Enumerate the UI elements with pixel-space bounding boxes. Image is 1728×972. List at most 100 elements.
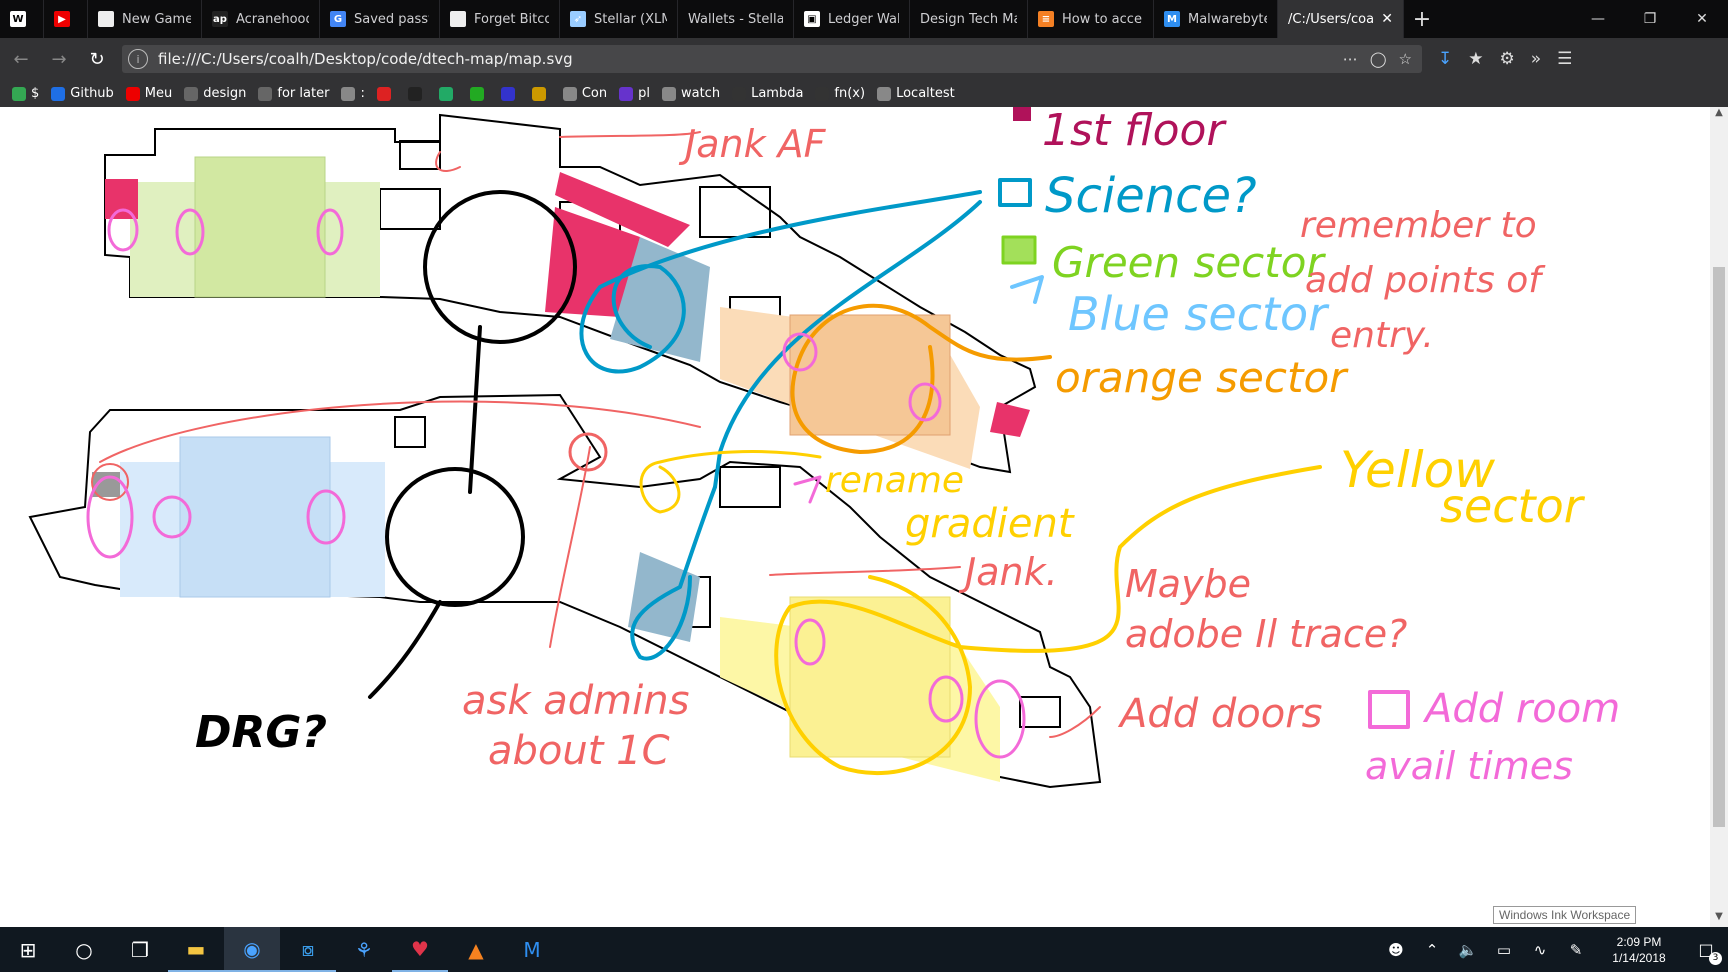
bookmark-1[interactable]: Github: [51, 86, 114, 101]
wifi-icon[interactable]: ∿: [1522, 941, 1558, 959]
tab-label: Forget Bitcoi: [474, 11, 549, 27]
file-explorer-icon[interactable]: ▬: [168, 927, 224, 972]
bookmark-14[interactable]: watch: [661, 86, 721, 101]
dolphin-icon[interactable]: ⚘: [336, 927, 392, 972]
bookmark-7[interactable]: [407, 86, 427, 101]
bookmark-17[interactable]: Localtest: [877, 86, 955, 101]
note-remember-1: remember to: [1300, 205, 1537, 246]
downloads-icon[interactable]: ↧: [1438, 49, 1452, 69]
tray-chevron-icon[interactable]: ⌃: [1414, 941, 1450, 959]
tab-11[interactable]: M Malwarebyte: [1154, 0, 1278, 38]
note-drg: DRG?: [195, 707, 327, 758]
more-actions-icon[interactable]: ⋯: [1343, 50, 1358, 68]
back-button[interactable]: ←: [4, 42, 38, 76]
tab-0[interactable]: W: [0, 0, 44, 38]
bookmark-15[interactable]: Lambda: [732, 86, 803, 101]
floor-map-canvas: Jank AF 1st floor Science? Green sector …: [28, 107, 1620, 789]
tab-6[interactable]: ➶ Stellar (XLM): [560, 0, 678, 38]
note-adobe-trace: adobe Il trace?: [1125, 612, 1407, 656]
bookmark-5[interactable]: :: [341, 86, 365, 101]
malwarebytes-icon[interactable]: M: [504, 927, 560, 972]
bookmark-8[interactable]: [438, 86, 458, 101]
bookmarks-toolbar: $ Github Meu design for later: Con pl watch Lamb…: [0, 80, 1728, 107]
tab-label: Design Tech Map: [920, 11, 1017, 27]
vscode-icon[interactable]: ⧇: [280, 927, 336, 972]
purple-icon: [619, 86, 634, 101]
stackoverflow-icon: ≡: [1038, 11, 1054, 27]
tab-8[interactable]: ▣ Ledger Walle: [794, 0, 910, 38]
bookmark-11[interactable]: [531, 86, 551, 101]
scroll-down-icon[interactable]: ▼: [1710, 911, 1728, 927]
library-icon[interactable]: ★: [1468, 49, 1483, 69]
pen-ink-icon[interactable]: ✎: [1558, 941, 1594, 959]
clock[interactable]: 2:09 PM 1/14/2018: [1594, 934, 1684, 966]
forward-button[interactable]: →: [42, 42, 76, 76]
search-icon[interactable]: ○: [56, 927, 112, 972]
tab-2[interactable]: New Gamell: [88, 0, 202, 38]
bookmark-6[interactable]: [376, 86, 396, 101]
tab-5[interactable]: Forget Bitcoi: [440, 0, 560, 38]
tab-9[interactable]: Design Tech Map: [910, 0, 1028, 38]
overflow-chevron-icon[interactable]: »: [1531, 49, 1541, 69]
note-about-1c: about 1C: [488, 728, 670, 774]
bookmark-9[interactable]: [469, 86, 489, 101]
bookmark-label: Github: [70, 86, 114, 101]
note-add-room: Add room: [1422, 686, 1620, 732]
bookmark-3[interactable]: design: [184, 86, 246, 101]
note-add-doors: Add doors: [1117, 691, 1322, 737]
firefox-icon[interactable]: ◉: [224, 927, 280, 972]
url-bar[interactable]: i file:///C:/Users/coalh/Desktop/code/dt…: [122, 45, 1422, 73]
menu-hamburger-icon[interactable]: ☰: [1557, 49, 1572, 69]
tab-12[interactable]: /C:/Users/coal ✕: [1278, 0, 1404, 38]
windows-taskbar: ⊞ ○ ❐ ▬ ◉ ⧇ ⚘ ♥ ▲ M ☻ ⌃ 🔈 ▭ ∿ ✎ 2:09 PM …: [0, 927, 1728, 972]
scroll-up-icon[interactable]: ▲: [1710, 107, 1728, 123]
github-icon: [732, 86, 747, 101]
people-icon[interactable]: ☻: [1378, 941, 1414, 959]
bookmark-0[interactable]: $: [12, 86, 39, 101]
windows-start-icon[interactable]: ⊞: [0, 927, 56, 972]
bookmark-label: watch: [680, 86, 721, 101]
bookmark-16[interactable]: fn(x): [815, 86, 865, 101]
restore-button[interactable]: ❐: [1624, 0, 1676, 38]
bookmark-10[interactable]: [500, 86, 520, 101]
tab-3[interactable]: ap Acranehood': [202, 0, 320, 38]
vertical-scrollbar[interactable]: ▲ ▼: [1710, 107, 1728, 927]
close-tab-icon[interactable]: ✕: [1381, 11, 1393, 27]
vlc-icon[interactable]: ▲: [448, 927, 504, 972]
bookmark-4[interactable]: for later: [258, 86, 329, 101]
tab-10[interactable]: ≡ How to acce: [1028, 0, 1154, 38]
pocket-icon[interactable]: ◯: [1370, 50, 1387, 68]
bookmark-star-icon[interactable]: ☆: [1399, 50, 1412, 68]
svg-map-page: Jank AF 1st floor Science? Green sector …: [0, 107, 1710, 927]
reload-button[interactable]: ↻: [80, 42, 114, 76]
page-icon: [98, 11, 114, 27]
science-swatch: [998, 178, 1032, 207]
bookmark-label: Localtest: [896, 86, 955, 101]
info-icon[interactable]: i: [128, 49, 148, 69]
bookmark-label: pl: [638, 86, 650, 101]
minimize-button[interactable]: —: [1572, 0, 1624, 38]
tab-label: Malwarebyte: [1188, 11, 1267, 27]
volume-icon[interactable]: 🔈: [1450, 941, 1486, 959]
tab-1[interactable]: ▶: [44, 0, 88, 38]
tab-label: Saved passw: [354, 11, 429, 27]
malwarebytes-icon: M: [1164, 11, 1180, 27]
notification-center-icon[interactable]: □ 3: [1684, 940, 1728, 965]
notification-count: 3: [1709, 952, 1722, 965]
settings-gear-icon[interactable]: ⚙: [1500, 49, 1515, 69]
tab-7[interactable]: Wallets - Stellar: [678, 0, 794, 38]
bookmark-13[interactable]: pl: [619, 86, 650, 101]
tab-bar: W ▶ New Gamell ap Acranehood' G Saved passw For…: [0, 0, 1728, 38]
heart-icon[interactable]: ♥: [392, 927, 448, 972]
task-view-icon[interactable]: ❐: [112, 927, 168, 972]
new-tab-button[interactable]: +: [1404, 7, 1440, 32]
tab-4[interactable]: G Saved passw: [320, 0, 440, 38]
battery-icon[interactable]: ▭: [1486, 941, 1522, 959]
bookmark-2[interactable]: Meu: [125, 86, 172, 101]
url-text[interactable]: file:///C:/Users/coalh/Desktop/code/dtec…: [158, 50, 573, 68]
scrollbar-thumb[interactable]: [1713, 267, 1725, 827]
note-jank: Jank.: [958, 550, 1058, 594]
bookmark-12[interactable]: Con: [562, 86, 607, 101]
close-window-button[interactable]: ✕: [1676, 0, 1728, 38]
system-tray: ☻ ⌃ 🔈 ▭ ∿ ✎ 2:09 PM 1/14/2018 □ 3: [1378, 927, 1728, 972]
